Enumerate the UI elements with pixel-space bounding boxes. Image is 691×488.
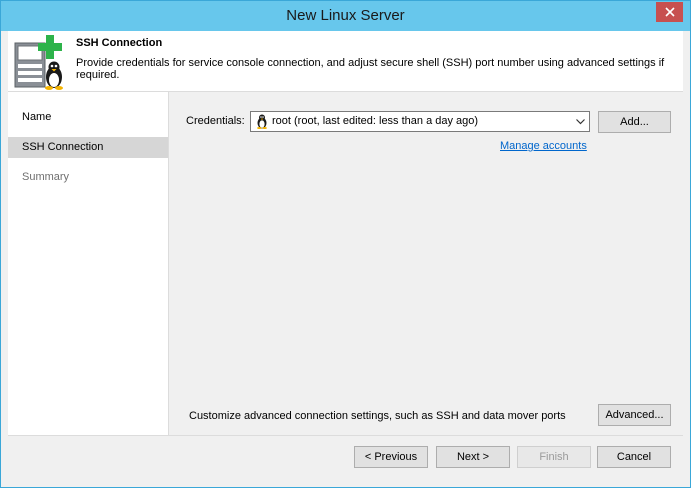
credentials-selected-value: root (root, last edited: less than a day…	[272, 115, 479, 127]
wizard-steps-nav: Name SSH Connection Summary	[8, 92, 169, 435]
nav-step-name[interactable]: Name	[8, 107, 168, 128]
penguin-icon	[257, 114, 267, 129]
new-linux-server-dialog: New Linux Server SSH Connection Provide …	[0, 0, 691, 488]
cancel-button[interactable]: Cancel	[597, 446, 671, 468]
nav-step-summary: Summary	[22, 171, 70, 183]
chevron-down-icon	[576, 119, 585, 125]
next-button[interactable]: Next >	[436, 446, 510, 468]
manage-accounts-link[interactable]: Manage accounts	[500, 140, 587, 152]
header-title: SSH Connection	[76, 37, 163, 49]
header-description: Provide credentials for service console …	[76, 57, 665, 81]
titlebar: New Linux Server	[1, 1, 690, 31]
footer-divider	[8, 435, 683, 436]
finish-button: Finish	[517, 446, 591, 468]
previous-button[interactable]: < Previous	[354, 446, 428, 468]
credentials-select[interactable]: root (root, last edited: less than a day…	[250, 111, 590, 132]
advanced-button[interactable]: Advanced...	[598, 404, 671, 426]
advanced-settings-text: Customize advanced connection settings, …	[189, 410, 566, 422]
wizard-header: SSH Connection Provide credentials for s…	[8, 31, 683, 92]
close-icon	[664, 7, 675, 17]
linux-server-add-icon	[14, 35, 63, 90]
credentials-label: Credentials:	[186, 115, 245, 127]
close-button[interactable]	[656, 2, 683, 22]
nav-step-ssh-connection[interactable]: SSH Connection	[8, 137, 168, 158]
wizard-content: Name SSH Connection Summary Credentials:…	[8, 92, 683, 435]
window-title: New Linux Server	[286, 7, 405, 24]
add-credentials-button[interactable]: Add...	[598, 111, 671, 133]
